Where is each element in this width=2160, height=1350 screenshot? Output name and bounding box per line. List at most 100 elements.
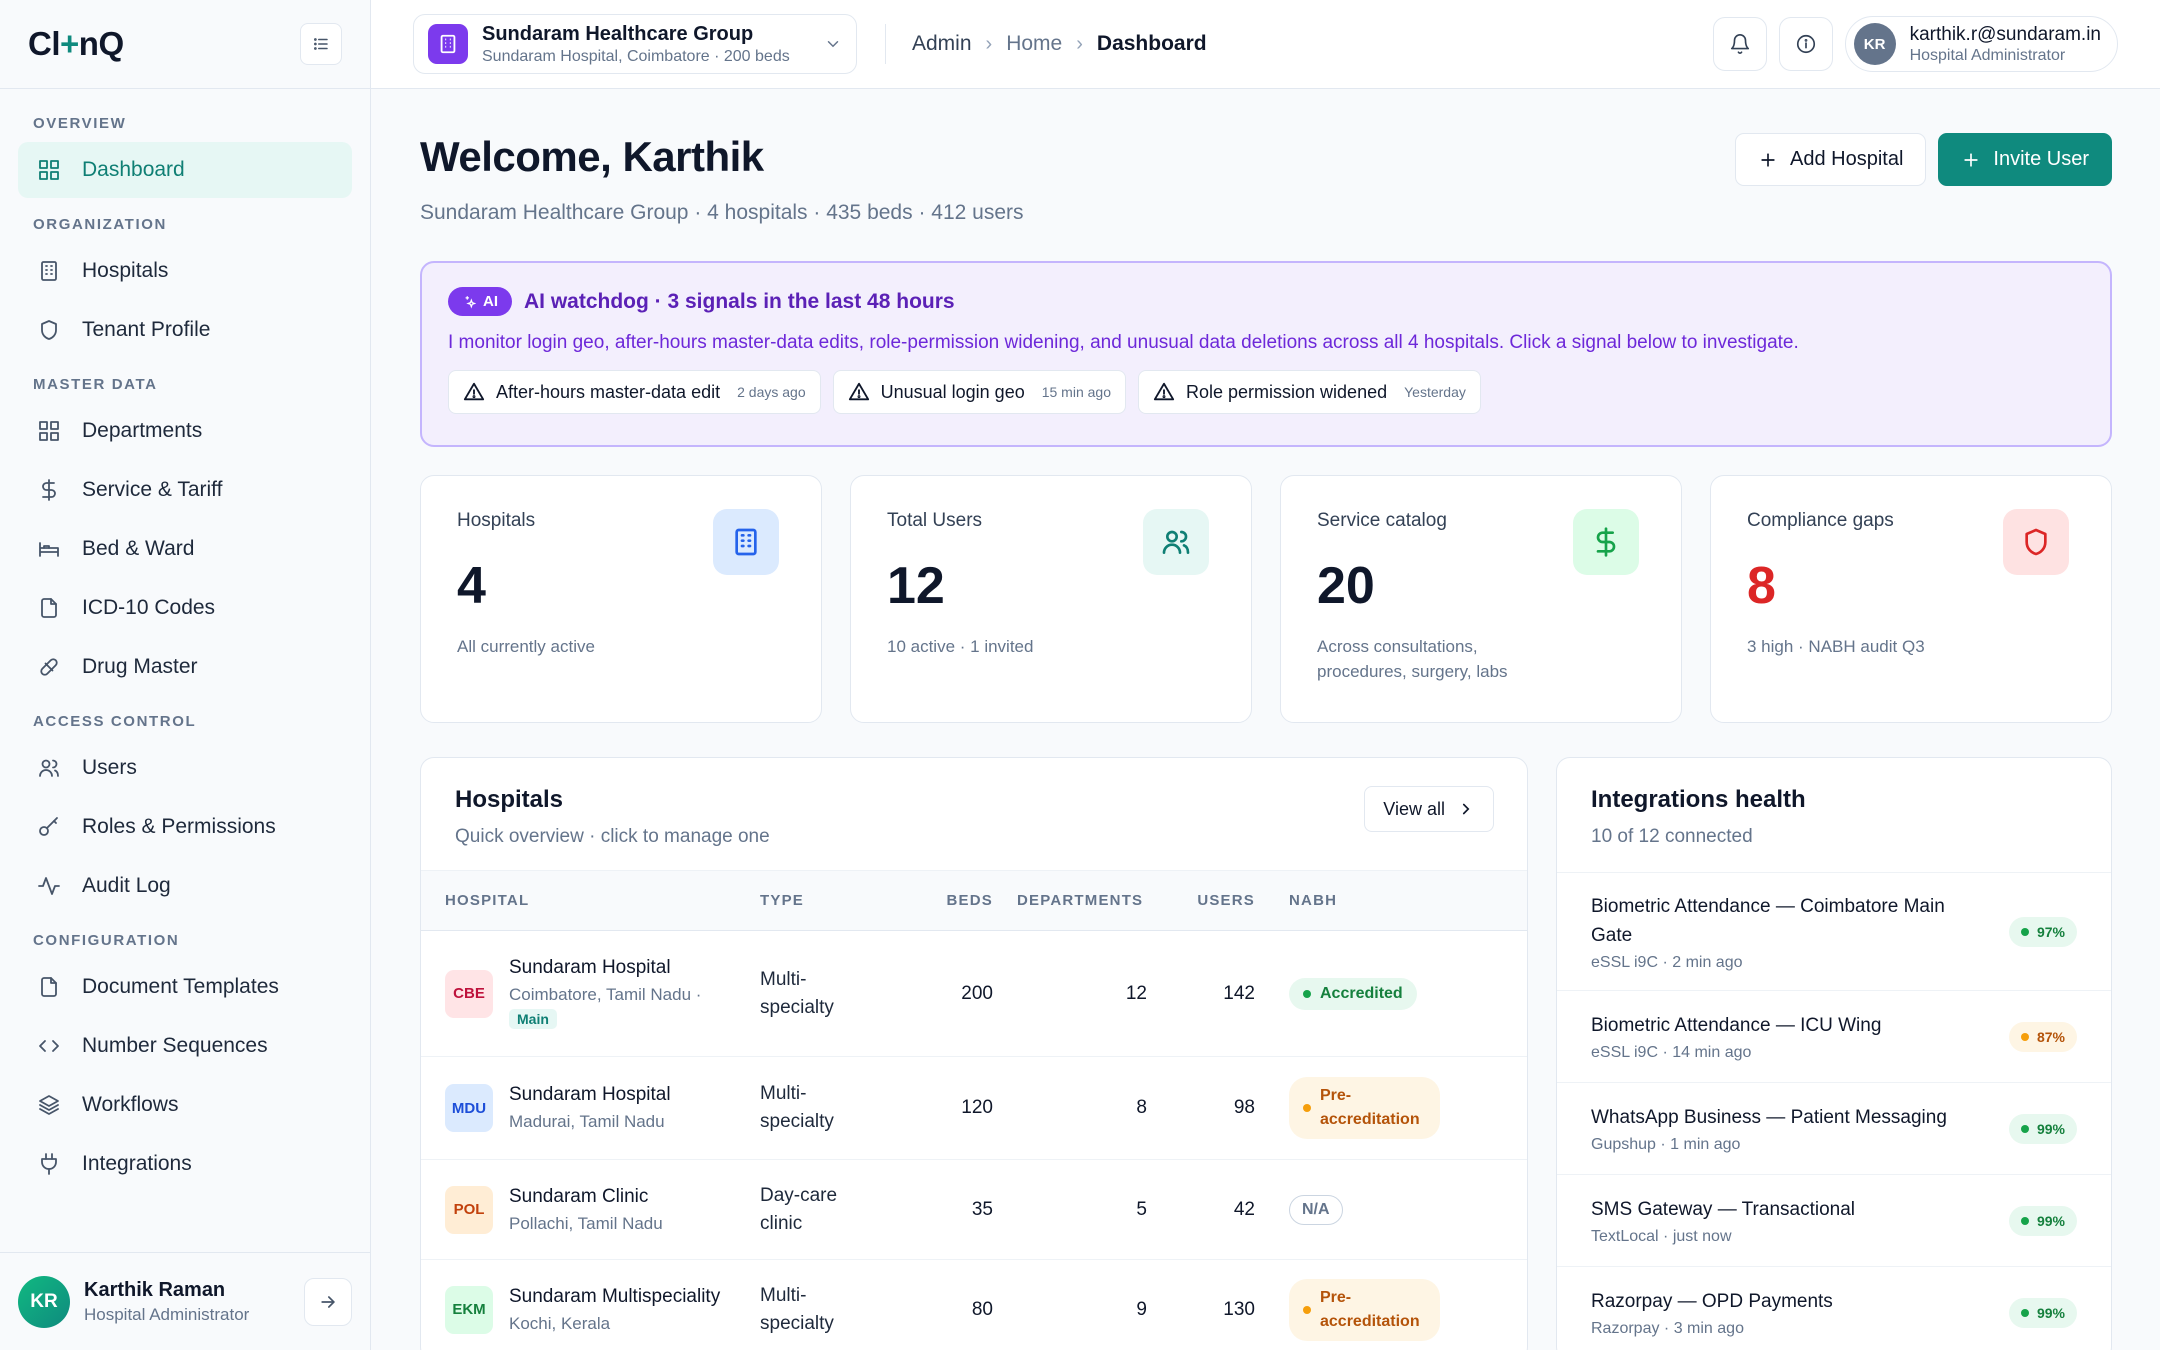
hospitals-title: Hospitals <box>455 786 564 813</box>
user-avatar[interactable]: KR <box>18 1275 70 1328</box>
integration-item[interactable]: SMS Gateway — Transactional TextLocal · j… <box>1557 1174 2111 1266</box>
table-row[interactable]: CBE Sundaram Hospital Coimbatore, Tamil Na… <box>421 930 1527 1057</box>
sidebar-item-document-templates[interactable]: Document Templates <box>18 959 352 1015</box>
sidebar-item-integrations[interactable]: Integrations <box>18 1136 352 1192</box>
ai-signal-chip[interactable]: Unusual login geo 15 min ago <box>832 370 1126 414</box>
integration-item[interactable]: Biometric Attendance — Coimbatore Main G… <box>1557 872 2111 990</box>
add-hospital-button[interactable]: Add Hospital <box>1735 133 1927 186</box>
ai-badge: AI <box>448 287 512 316</box>
sidebar-item-number-sequences[interactable]: Number Sequences <box>18 1018 352 1074</box>
sidebar-item-dashboard[interactable]: Dashboard <box>18 142 352 198</box>
stat-note: 3 high · NABH audit Q3 <box>1747 637 1925 656</box>
integration-name: SMS Gateway — Transactional <box>1591 1199 1855 1220</box>
integration-item[interactable]: Razorpay — OPD Payments Razorpay · 3 min … <box>1557 1266 2111 1350</box>
breadcrumb: Admin › Home › Dashboard <box>912 32 1207 56</box>
sidebar-item-service-tariff[interactable]: Service & Tariff <box>18 462 352 518</box>
cell-beds: 200 <box>886 930 993 1057</box>
column-header-nabh: NABH <box>1255 870 1527 931</box>
hospital-name: Sundaram Multispeciality <box>509 1285 721 1307</box>
invite-user-button[interactable]: Invite User <box>1938 133 2112 186</box>
stat-card-compliance-gaps[interactable]: Compliance gaps 8 3 high · NABH audit Q3 <box>1710 475 2112 723</box>
alert-triangle-icon <box>463 381 485 403</box>
signal-time: 2 days ago <box>737 384 806 400</box>
stat-card-total-users[interactable]: Total Users 12 10 active · 1 invited <box>850 475 1252 723</box>
status-dot <box>1303 989 1311 998</box>
nabh-status-badge: Pre-accreditation <box>1289 1077 1440 1139</box>
top-header: Sundaram Healthcare Group Sundaram Hospi… <box>371 0 2160 89</box>
sidebar-nav: OVERVIEW Dashboard ORGANIZATION Hospitals Te… <box>0 89 370 1192</box>
uptime-badge: 97% <box>2008 916 2077 947</box>
hospital-name: Sundaram Hospital <box>509 957 671 978</box>
shield-icon <box>36 317 62 343</box>
nav-section-title: ACCESS CONTROL <box>33 713 197 730</box>
sidebar-item-workflows[interactable]: Workflows <box>18 1077 352 1133</box>
breadcrumb-separator: › <box>985 32 993 55</box>
nabh-status-badge: Accredited <box>1289 977 1417 1010</box>
user-email: karthik.r@sundaram.in <box>1909 23 2101 45</box>
hospital-location: Pollachi, Tamil Nadu <box>509 1213 663 1233</box>
ai-description: I monitor login geo, after-hours master-… <box>448 332 1799 353</box>
pill-icon <box>36 654 62 680</box>
hospital-cell: POL Sundaram Clinic Pollachi, Tamil Nadu <box>421 1159 760 1260</box>
sidebar-item-icd-10-codes[interactable]: ICD-10 Codes <box>18 580 352 636</box>
integration-name: Biometric Attendance — Coimbatore Main G… <box>1591 895 1945 946</box>
ai-signal-chip[interactable]: After-hours master-data edit 2 days ago <box>448 370 821 414</box>
status-dot <box>1303 1305 1311 1314</box>
integration-item[interactable]: WhatsApp Business — Patient Messaging Gup… <box>1557 1082 2111 1174</box>
info-icon <box>1796 34 1815 54</box>
sidebar-collapse-button[interactable] <box>300 23 342 65</box>
sidebar-item-audit-log[interactable]: Audit Log <box>18 858 352 914</box>
breadcrumb-home[interactable]: Home <box>1006 32 1062 56</box>
page-subtitle: Sundaram Healthcare Group · 4 hospitals … <box>420 201 1024 224</box>
status-dot <box>1303 1104 1311 1112</box>
hospital-location: Madurai, Tamil Nadu <box>509 1112 665 1131</box>
integration-item[interactable]: Biometric Attendance — ICU Wing eSSL i9C … <box>1557 990 2111 1082</box>
table-row[interactable]: EKM Sundaram Multispeciality Kochi, Kerala… <box>421 1259 1527 1350</box>
cell-users: 130 <box>1147 1259 1255 1350</box>
view-all-button[interactable]: View all <box>1364 786 1494 832</box>
sidebar-item-label: Number Sequences <box>82 1034 268 1057</box>
integration-name: Razorpay — OPD Payments <box>1591 1291 1833 1312</box>
sidebar-item-label: Drug Master <box>82 655 198 678</box>
sidebar-item-bed-ward[interactable]: Bed & Ward <box>18 521 352 577</box>
sidebar-item-users[interactable]: Users <box>18 740 352 796</box>
nav-section-title: CONFIGURATION <box>33 932 180 949</box>
plus-icon <box>1964 152 1979 167</box>
dashboard-grid-icon <box>36 157 62 183</box>
sidebar-item-tenant-profile[interactable]: Tenant Profile <box>18 302 352 358</box>
sidebar-item-label: Roles & Permissions <box>82 815 276 838</box>
bed-icon <box>36 536 62 562</box>
hospitals-panel: Hospitals Quick overview · click to mana… <box>420 757 1528 1350</box>
stat-card-service-catalog[interactable]: Service catalog 20 Across consultations, p… <box>1280 475 1682 723</box>
logout-button[interactable] <box>304 1277 352 1326</box>
hospital-name: Sundaram Clinic <box>509 1185 649 1207</box>
sidebar-item-label: Dashboard <box>82 158 185 181</box>
breadcrumb-separator: › <box>1076 32 1083 55</box>
app-logo[interactable]: Cl+nQ <box>28 25 124 63</box>
header-avatar: KR <box>1853 23 1896 65</box>
stat-card-hospitals[interactable]: Hospitals 4 All currently active <box>420 475 822 723</box>
info-button[interactable] <box>1778 17 1833 71</box>
ai-watchdog-card: AI AI watchdog · 3 signals in the last 4… <box>420 261 2112 447</box>
uptime-badge: 99% <box>2008 1205 2077 1236</box>
sidebar-item-roles-permissions[interactable]: Roles & Permissions <box>18 799 352 855</box>
sidebar-item-hospitals[interactable]: Hospitals <box>18 243 352 299</box>
ai-signal-chip[interactable]: Role permission widened Yesterday <box>1138 370 1481 414</box>
org-switcher[interactable]: Sundaram Healthcare Group Sundaram Hospi… <box>413 14 857 74</box>
notifications-button[interactable] <box>1712 17 1767 71</box>
building-icon <box>428 24 468 64</box>
user-role-label: Hospital Administrator <box>1909 46 2066 64</box>
table-row[interactable]: POL Sundaram Clinic Pollachi, Tamil Nadu Da… <box>421 1159 1527 1260</box>
building-icon <box>36 258 62 284</box>
hospital-location: Coimbatore, Tamil Nadu · <box>509 985 702 1004</box>
cell-departments: 5 <box>993 1159 1147 1260</box>
users-icon <box>36 755 62 781</box>
column-header-beds: BEDS <box>886 870 993 931</box>
activity-icon <box>36 873 62 899</box>
table-row[interactable]: MDU Sundaram Hospital Madurai, Tamil Nadu M… <box>421 1056 1527 1160</box>
sidebar-item-drug-master[interactable]: Drug Master <box>18 639 352 695</box>
user-menu[interactable]: KR karthik.r@sundaram.in Hospital Admini… <box>1844 16 2118 72</box>
breadcrumb-admin[interactable]: Admin <box>912 32 972 56</box>
sidebar-item-departments[interactable]: Departments <box>18 403 352 459</box>
nav-section-title: MASTER DATA <box>33 376 158 393</box>
